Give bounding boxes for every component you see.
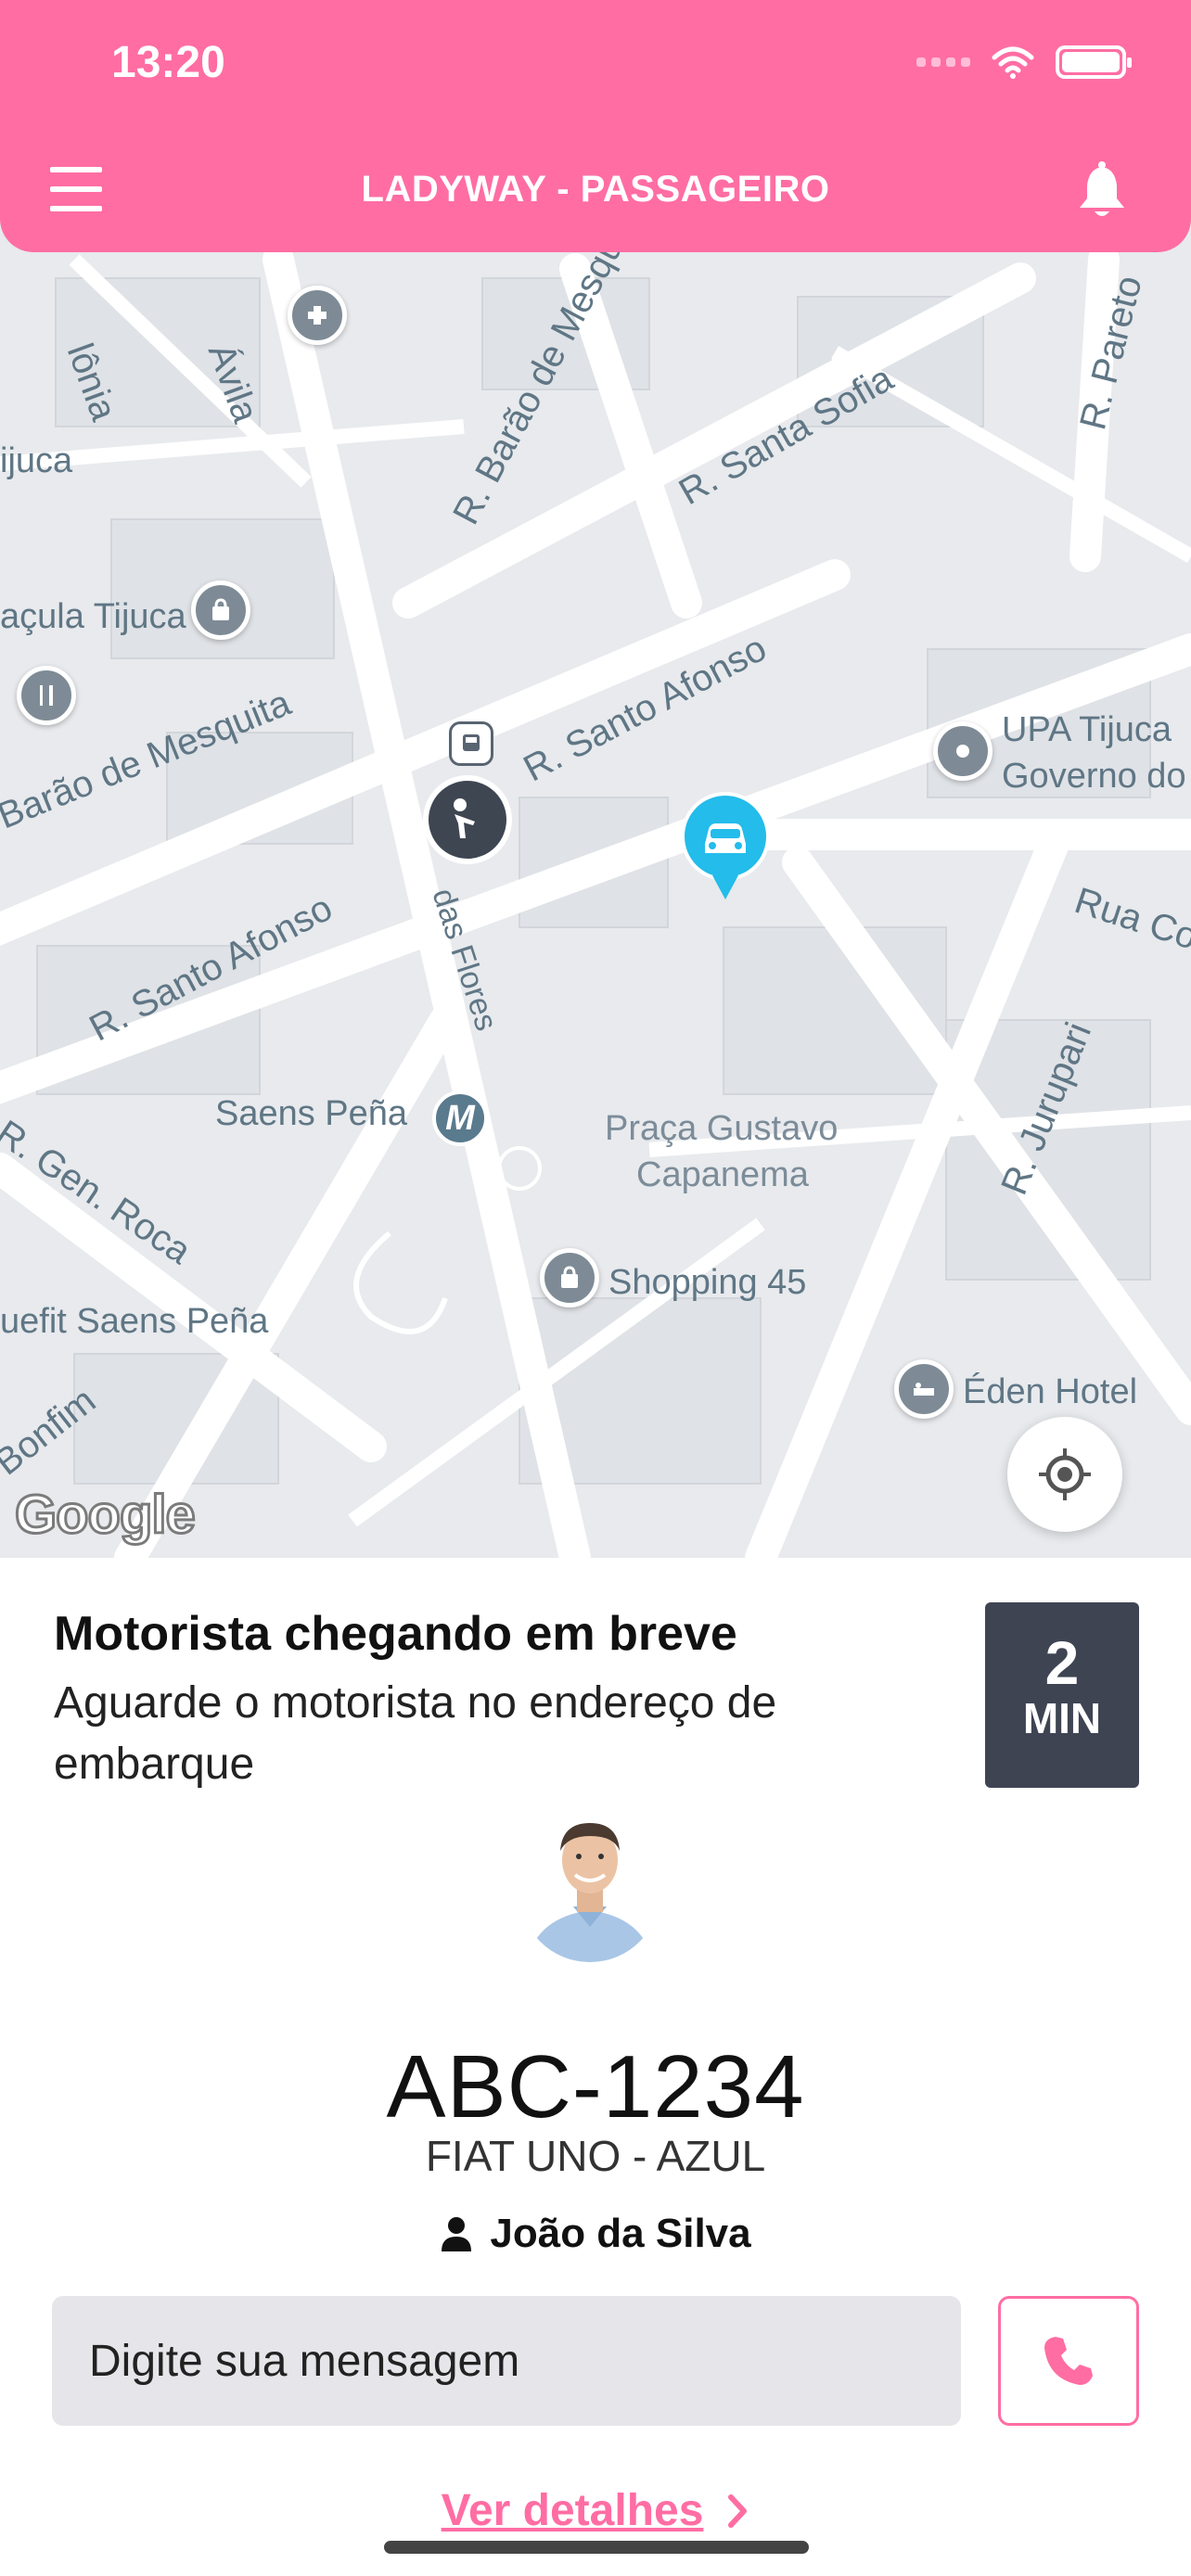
restaurant-icon[interactable] xyxy=(17,666,76,725)
passenger-location-icon[interactable] xyxy=(423,775,512,864)
eta-unit: MIN xyxy=(1022,1694,1102,1742)
google-logo: Google xyxy=(14,1484,198,1547)
driver-name: João da Silva xyxy=(490,2211,751,2256)
call-driver-button[interactable] xyxy=(998,2296,1139,2426)
hotel-icon[interactable] xyxy=(894,1359,954,1419)
shopping-bag-icon[interactable] xyxy=(191,580,250,640)
place-label: ijuca xyxy=(0,441,73,480)
status-time: 13:20 xyxy=(111,38,225,87)
place-label: Governo do xyxy=(1002,757,1186,796)
place-label: uefit Saens Peña xyxy=(0,1302,269,1341)
cellular-signal-icon xyxy=(916,57,970,67)
hospital-pin-icon[interactable] xyxy=(933,721,992,781)
my-location-button[interactable] xyxy=(1007,1417,1122,1532)
vehicle-plate: ABC-1234 xyxy=(386,2037,805,2136)
status-icons xyxy=(916,45,1132,80)
trip-status-title: Motorista chegando em breve xyxy=(54,1607,737,1661)
phone-icon xyxy=(1044,2337,1093,2385)
place-label: açula Tijuca xyxy=(0,597,186,636)
driver-info: João da Silva xyxy=(0,2211,1191,2257)
view-details-label: Ver detalhes xyxy=(441,2486,704,2535)
place-label: UPA Tijuca xyxy=(1002,710,1172,749)
place-label: Shopping 45 xyxy=(608,1263,807,1302)
page-title: LADYWAY - PASSAGEIRO xyxy=(361,169,830,210)
place-label: Saens Peña xyxy=(215,1094,408,1133)
shopping-bag-icon[interactable] xyxy=(540,1248,599,1307)
message-input[interactable] xyxy=(52,2296,961,2426)
trip-status-panel: Motorista chegando em breve Aguarde o mo… xyxy=(0,1558,1191,2576)
crosshair-icon xyxy=(1039,1448,1091,1500)
vehicle-model: FIAT UNO - AZUL xyxy=(425,2132,766,2180)
driver-car-pin-icon[interactable] xyxy=(679,792,772,903)
bus-stop-icon[interactable] xyxy=(449,721,493,766)
view-details-link[interactable]: Ver detalhes xyxy=(0,2485,1191,2536)
metro-icon[interactable]: M xyxy=(432,1090,488,1146)
eta-badge: 2 MIN xyxy=(985,1602,1139,1788)
place-label: Praça Gustavo xyxy=(605,1109,839,1148)
place-label: Éden Hotel xyxy=(963,1372,1138,1411)
driver-avatar xyxy=(519,1821,660,1962)
home-indicator xyxy=(384,2541,809,2554)
wifi-icon xyxy=(992,46,1034,79)
person-icon xyxy=(442,2217,472,2251)
chevron-right-icon xyxy=(728,2493,748,2528)
trip-status-subtitle: Aguarde o motorista no endereço de embar… xyxy=(54,1678,777,1789)
app-header: 13:20 LADYWAY - PASSAGEIRO xyxy=(0,0,1191,252)
eta-value: 2 xyxy=(1044,1628,1080,1697)
hospital-icon[interactable] xyxy=(288,286,347,345)
bell-icon[interactable] xyxy=(1076,161,1128,221)
place-label: Capanema xyxy=(636,1155,809,1194)
battery-icon xyxy=(1056,45,1132,79)
